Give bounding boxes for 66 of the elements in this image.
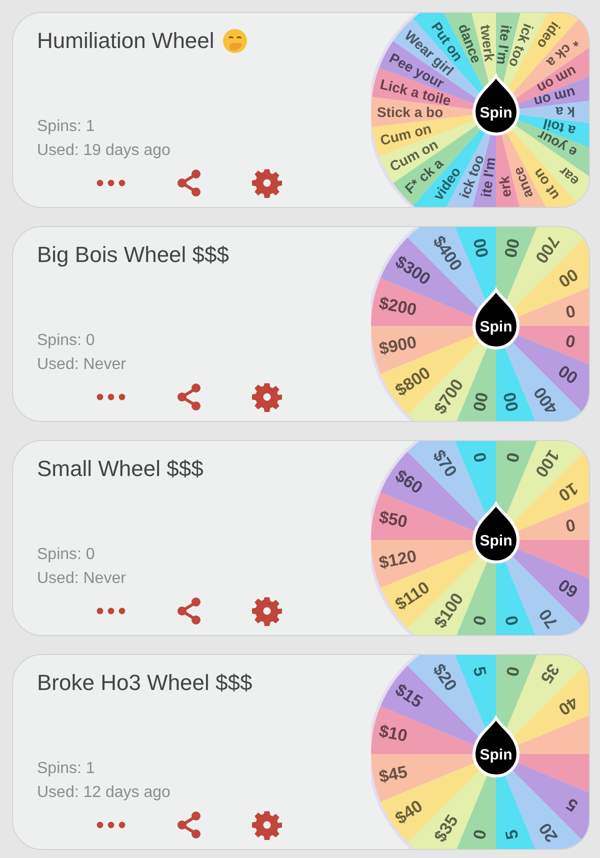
wheel-title: Humiliation Wheel (37, 27, 214, 55)
wheel-label: $20 (429, 660, 461, 695)
wheel-label: 0 (564, 300, 577, 322)
wheel-card[interactable] (12, 12, 590, 208)
wheel-label: 70 (535, 605, 562, 632)
wheel-label: 00 (500, 237, 523, 260)
settings-icon[interactable] (251, 381, 283, 413)
wheel-label: 10 (555, 478, 582, 505)
wheel-label: $110 (392, 578, 433, 614)
wheel-title: Broke Ho3 Wheel $$$ (37, 669, 252, 697)
wheel-title: Big Bois Wheel $$$ (37, 241, 229, 269)
last-used: Used: Never (37, 569, 126, 589)
wheel-label: $40 (392, 796, 426, 828)
settings-icon[interactable] (251, 809, 283, 841)
wheel-label: $50 (377, 507, 409, 532)
wheel-label: $70 (429, 446, 461, 481)
wheel-label: Stick a bo (377, 104, 444, 120)
wheel-title: Small Wheel $$$ (37, 455, 204, 483)
wheel-label: 0 (469, 451, 490, 464)
spin-button[interactable]: Spin (472, 716, 520, 778)
spins-count: Spins: 0 (37, 545, 95, 565)
wheel-label: 0 (502, 451, 523, 464)
wheel-label: $45 (377, 762, 409, 787)
wheel-label: 00 (500, 390, 522, 413)
wheel-label: 20 (535, 819, 562, 846)
spins-count: Spins: 1 (37, 117, 95, 137)
wheel-label: 00 (470, 390, 492, 413)
wheel-card[interactable]: Broke Ho3 Wheel $$$ Spins: 1 Used: 12 days ago 0 35 40 5 20 5 0 $35 $40 $45 $10 $15 $20 5 Spin (12, 654, 590, 850)
wheel-label: 5 (562, 794, 582, 816)
wheel-label: ear (555, 163, 582, 190)
wheel-label: 700 (531, 232, 563, 267)
wheel-label: 0 (470, 828, 490, 841)
wheel-label: $60 (392, 466, 426, 498)
wheel-label: $15 (392, 680, 426, 712)
wheel-label: $300 (392, 252, 434, 289)
wheel-label: 00 (469, 237, 492, 260)
spins-count: Spins: 0 (37, 331, 95, 351)
settings-icon[interactable] (251, 167, 283, 199)
wheel-label: 0 (564, 514, 577, 536)
wheel-label: 0 (564, 330, 577, 352)
last-used: Used: Never (37, 355, 126, 375)
wheel-label: 35 (536, 660, 563, 687)
wheel-label: $120 (377, 546, 418, 573)
wheel-label: 00 (555, 264, 582, 291)
wheel-label: 0 (502, 614, 522, 627)
spin-button[interactable]: Spin (472, 74, 520, 136)
wheel-label: $35 (430, 811, 462, 846)
wheel-label: $200 (377, 293, 418, 320)
wheel-label: 100 (531, 446, 563, 481)
settings-icon[interactable] (251, 595, 283, 627)
wheel-label: 5 (502, 828, 522, 841)
wheel-label: 5 (469, 665, 490, 678)
wheel-label: 0 (502, 665, 523, 678)
spin-button[interactable]: Spin (472, 502, 520, 564)
wheel-label: $10 (377, 721, 409, 746)
wheel-label: 0 (470, 614, 490, 627)
wheel-label: twerk (478, 24, 498, 62)
wheel-label: 60 (555, 575, 582, 602)
wheel-label: 40 (555, 692, 582, 719)
wheel-label: k a (556, 104, 575, 120)
last-used: Used: 12 days ago (37, 783, 170, 803)
wheel-label: $800 (392, 363, 434, 400)
wheel-label: $900 (377, 332, 418, 359)
last-used: Used: 19 days ago (37, 141, 170, 161)
spins-count: Spins: 1 (37, 759, 95, 779)
spin-button[interactable]: Spin (472, 288, 520, 350)
